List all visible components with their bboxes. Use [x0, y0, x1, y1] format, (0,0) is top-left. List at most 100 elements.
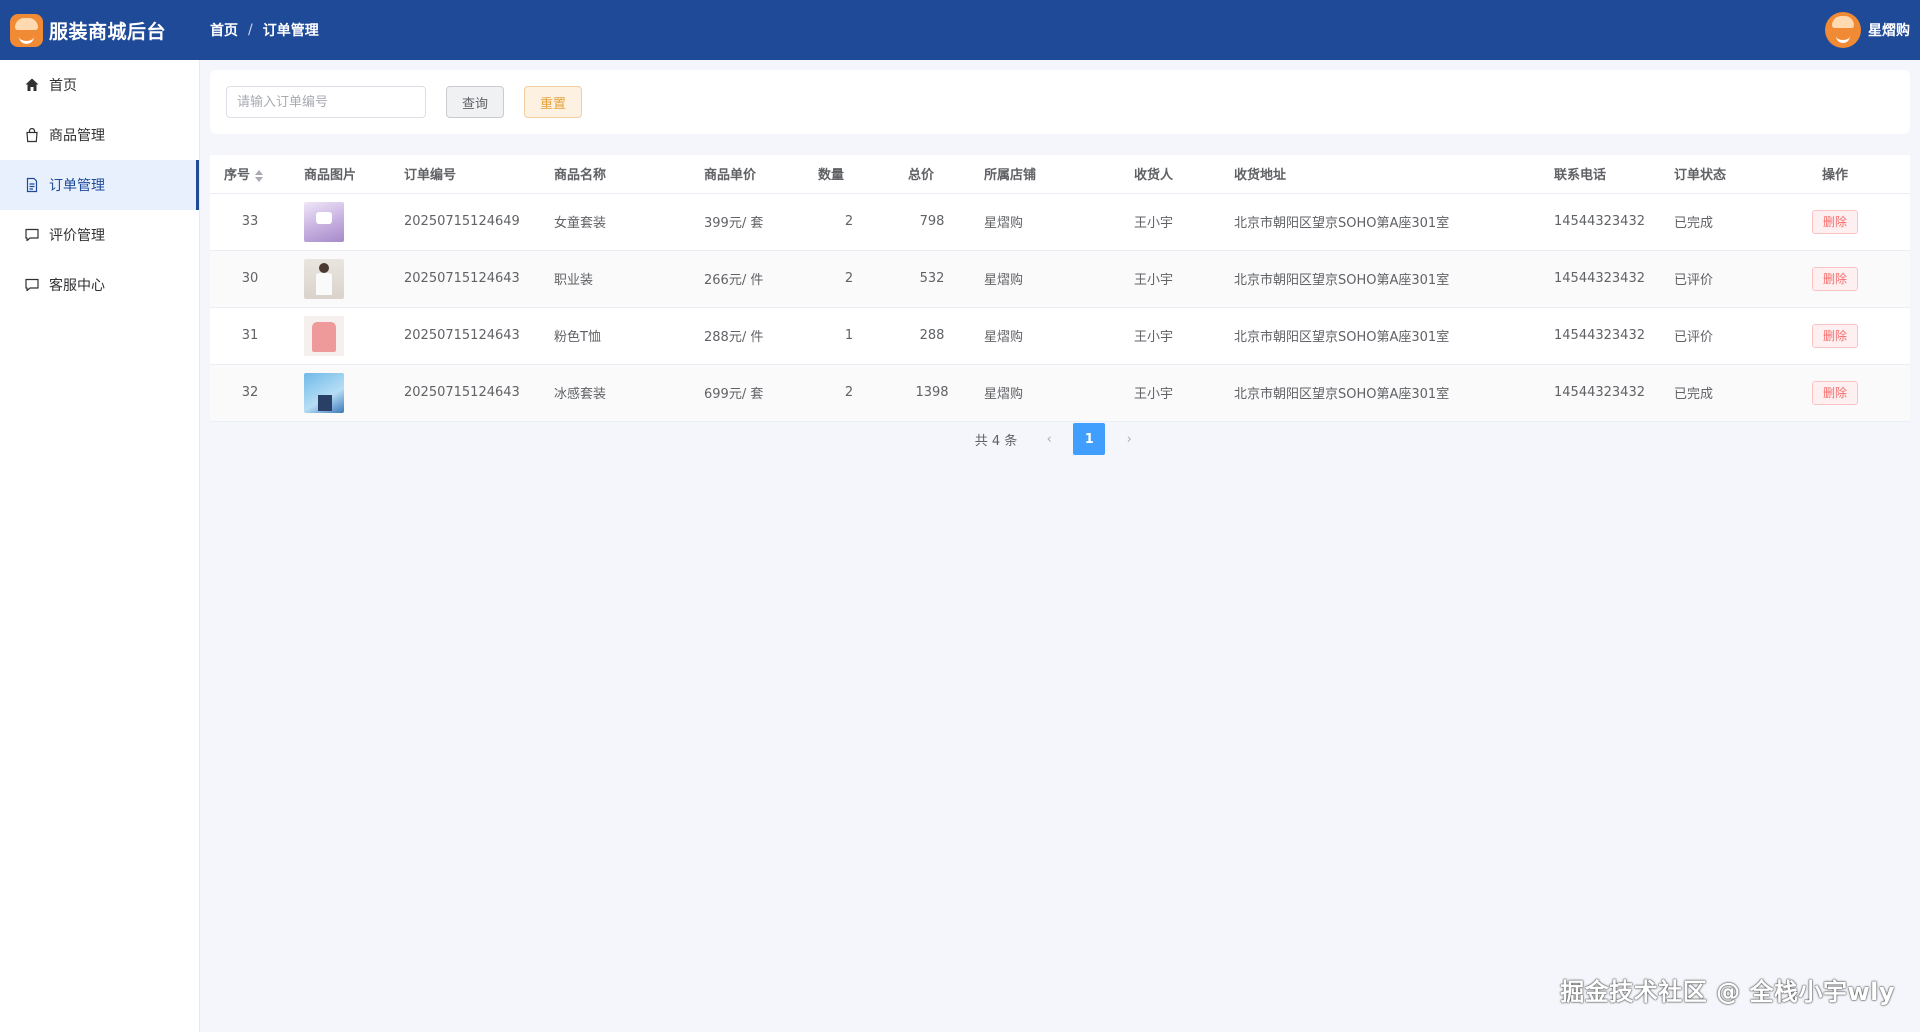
cell-product-name: 粉色T恤 — [540, 307, 690, 365]
column-header-image: 商品图片 — [290, 155, 390, 194]
cell-receiver: 王小宇 — [1120, 250, 1220, 308]
cell-status: 已完成 — [1660, 193, 1760, 251]
sidebar-item-orders[interactable]: 订单管理 — [0, 160, 199, 210]
chat-bubble-icon — [24, 227, 40, 243]
delete-button[interactable]: 删除 — [1811, 209, 1858, 234]
sidebar-item-label: 首页 — [49, 78, 77, 94]
delete-button[interactable]: 删除 — [1811, 323, 1858, 348]
cell-image — [290, 193, 390, 251]
cell-index: 31 — [210, 307, 290, 365]
sort-caret-icon[interactable] — [255, 169, 264, 182]
cell-address: 北京市朝阳区望京SOHO第A座301室 — [1220, 307, 1540, 365]
cell-address: 北京市朝阳区望京SOHO第A座301室 — [1220, 250, 1540, 308]
cell-status: 已评价 — [1660, 307, 1760, 365]
breadcrumb-home[interactable]: 首页 — [210, 20, 238, 40]
app-title: 服装商城后台 — [49, 20, 167, 43]
column-header-index[interactable]: 序号 — [210, 155, 290, 194]
cell-status: 已完成 — [1660, 364, 1760, 422]
orders-table-card: 序号 商品图片 订单编号 商品名称 商品单价 数量 总价 所属店铺 收货人 收货… — [210, 155, 1910, 422]
cell-phone: 14544323432 — [1540, 364, 1660, 422]
column-header-total: 总价 — [894, 155, 970, 194]
query-button[interactable]: 查询 — [446, 86, 505, 118]
cell-image — [290, 250, 390, 308]
column-header-status: 订单状态 — [1660, 155, 1760, 194]
cell-shop: 星熠购 — [970, 250, 1120, 308]
column-header-shop: 所属店铺 — [970, 155, 1120, 194]
table-row: 30 20250715124643 职业装 266元/ 件 2 532 星熠购 … — [210, 250, 1910, 308]
delete-button[interactable]: 删除 — [1811, 380, 1858, 405]
pagination-total: 共 4 条 — [974, 433, 1018, 449]
cell-image — [290, 364, 390, 422]
cell-unit-price: 699元/ 套 — [690, 364, 804, 422]
cell-shop: 星熠购 — [970, 364, 1120, 422]
table-header-row: 序号 商品图片 订单编号 商品名称 商品单价 数量 总价 所属店铺 收货人 收货… — [210, 155, 1910, 194]
table-row: 32 20250715124643 冰感套装 699元/ 套 2 1398 星熠… — [210, 364, 1910, 422]
sidebar-item-products[interactable]: 商品管理 — [0, 110, 199, 160]
cell-total: 1398 — [894, 364, 970, 422]
column-header-quantity: 数量 — [804, 155, 894, 194]
next-page-button[interactable]: › — [1113, 423, 1146, 455]
cell-order-no: 20250715124643 — [390, 250, 540, 308]
cell-unit-price: 399元/ 套 — [690, 193, 804, 251]
cell-receiver: 王小宇 — [1120, 307, 1220, 365]
cell-product-name: 职业装 — [540, 250, 690, 308]
cell-receiver: 王小宇 — [1120, 364, 1220, 422]
orders-table: 序号 商品图片 订单编号 商品名称 商品单价 数量 总价 所属店铺 收货人 收货… — [210, 155, 1910, 422]
product-thumbnail[interactable] — [304, 372, 344, 413]
cell-total: 288 — [894, 307, 970, 365]
cell-total: 798 — [894, 193, 970, 251]
shopping-bag-icon — [24, 127, 40, 143]
product-thumbnail[interactable] — [304, 315, 344, 356]
cell-shop: 星熠购 — [970, 193, 1120, 251]
sidebar-item-reviews[interactable]: 评价管理 — [0, 210, 199, 260]
cell-index: 30 — [210, 250, 290, 308]
sidebar-item-customer-service[interactable]: 客服中心 — [0, 260, 199, 310]
cell-order-no: 20250715124649 — [390, 193, 540, 251]
sidebar-item-home[interactable]: 首页 — [0, 60, 199, 110]
user-name[interactable]: 星熠购 — [1868, 20, 1910, 40]
cell-quantity: 2 — [804, 193, 894, 251]
cell-actions: 删除 — [1760, 250, 1910, 308]
sidebar-item-label: 客服中心 — [49, 278, 105, 294]
cell-order-no: 20250715124643 — [390, 307, 540, 365]
column-header-phone: 联系电话 — [1540, 155, 1660, 194]
cell-image — [290, 307, 390, 365]
cell-phone: 14544323432 — [1540, 250, 1660, 308]
cell-phone: 14544323432 — [1540, 193, 1660, 251]
cell-address: 北京市朝阳区望京SOHO第A座301室 — [1220, 193, 1540, 251]
cell-address: 北京市朝阳区望京SOHO第A座301室 — [1220, 364, 1540, 422]
table-row: 33 20250715124649 女童套装 399元/ 套 2 798 星熠购… — [210, 193, 1910, 251]
cell-product-name: 女童套装 — [540, 193, 690, 251]
cell-total: 532 — [894, 250, 970, 308]
prev-page-button[interactable]: ‹ — [1033, 423, 1066, 455]
user-menu[interactable]: 星熠购 — [1825, 12, 1910, 48]
app-logo[interactable]: 服装商城后台 — [0, 13, 200, 47]
product-thumbnail[interactable] — [304, 258, 344, 299]
column-header-order-no: 订单编号 — [390, 155, 540, 194]
cell-shop: 星熠购 — [970, 307, 1120, 365]
breadcrumb-separator: / — [248, 22, 253, 38]
page-number-button[interactable]: 1 — [1073, 423, 1106, 455]
order-number-search-input[interactable] — [226, 86, 426, 118]
watermark: 掘金技术社区 @ 全栈小宇wly — [1560, 978, 1895, 1006]
cell-order-no: 20250715124643 — [390, 364, 540, 422]
document-icon — [24, 177, 40, 193]
avatar[interactable] — [1825, 12, 1861, 48]
delete-button[interactable]: 删除 — [1811, 266, 1858, 291]
reset-button[interactable]: 重置 — [524, 86, 583, 118]
cell-quantity: 2 — [804, 250, 894, 308]
column-header-address: 收货地址 — [1220, 155, 1540, 194]
cell-index: 32 — [210, 364, 290, 422]
sidebar-item-label: 商品管理 — [49, 128, 105, 144]
breadcrumb-current: 订单管理 — [262, 23, 319, 39]
top-header: 服装商城后台 首页 / 订单管理 星熠购 — [0, 0, 1920, 60]
logo-icon — [10, 13, 43, 47]
column-header-unit-price: 商品单价 — [690, 155, 804, 194]
cell-phone: 14544323432 — [1540, 307, 1660, 365]
cell-product-name: 冰感套装 — [540, 364, 690, 422]
product-thumbnail[interactable] — [304, 201, 344, 242]
cell-receiver: 王小宇 — [1120, 193, 1220, 251]
table-row: 31 20250715124643 粉色T恤 288元/ 件 1 288 星熠购… — [210, 307, 1910, 365]
cell-quantity: 2 — [804, 364, 894, 422]
cell-index: 33 — [210, 193, 290, 251]
